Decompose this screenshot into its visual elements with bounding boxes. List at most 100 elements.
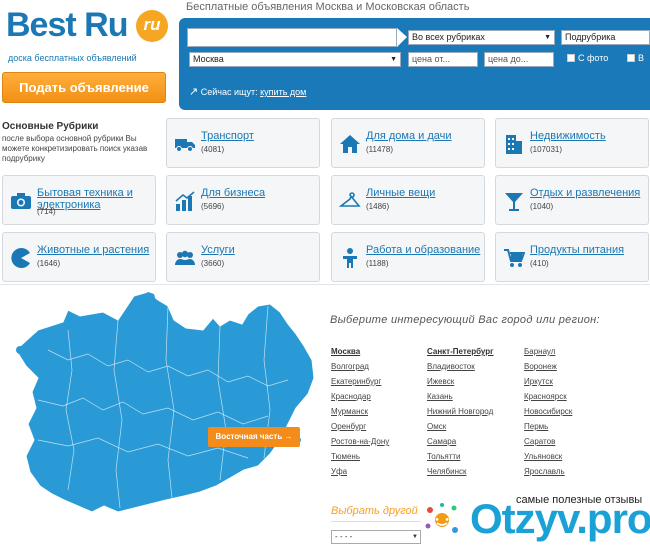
truck-icon	[174, 133, 196, 155]
city-link[interactable]: Тольятти	[427, 452, 461, 461]
city-link[interactable]: Волгоград	[331, 362, 369, 371]
city-link[interactable]: Челябинск	[427, 467, 466, 476]
category-count: (4081)	[201, 145, 225, 154]
category-count: (1188)	[366, 259, 389, 268]
search-panel: Во всех рубриках ▼ Подрубрика Москва ▼ цен…	[179, 18, 650, 110]
category-count: (1040)	[530, 202, 554, 211]
chart-icon	[174, 190, 196, 212]
city-link[interactable]: Казань	[427, 392, 453, 401]
category-jobs[interactable]: Работа и образование (1188)	[331, 232, 485, 282]
city-link[interactable]: Мурманск	[331, 407, 368, 416]
category-count: (714)	[37, 207, 56, 216]
category-name[interactable]: Работа и образование	[366, 244, 484, 256]
checkbox-box[interactable]	[567, 54, 575, 62]
search-hint-prefix: Сейчас ищут:	[200, 87, 258, 97]
price-from-input[interactable]: цена от...	[408, 52, 478, 67]
category-leisure[interactable]: Отдых и развлечения (1040)	[495, 175, 649, 225]
rubric-select-value: Во всех рубриках	[412, 32, 485, 42]
category-name[interactable]: Животные и растения	[37, 244, 155, 256]
choose-city-title: Выберите интересующий Вас город или реги…	[330, 314, 600, 326]
city-link[interactable]: Екатеринбург	[331, 377, 381, 386]
post-ad-button[interactable]: Подать объявление	[2, 72, 166, 103]
category-count: (3660)	[201, 259, 225, 268]
russia-map[interactable]	[8, 290, 318, 530]
with-photo-label: С фото	[578, 53, 609, 63]
price-to-input[interactable]: цена до...	[484, 52, 554, 67]
city-link[interactable]: Красноярск	[524, 392, 567, 401]
logo[interactable]: Best Ru ru доска бесплатных объявлений	[6, 6, 168, 66]
cart-icon	[503, 247, 526, 269]
city-link[interactable]: Владивосток	[427, 362, 475, 371]
city-link[interactable]: Барнаул	[524, 347, 555, 356]
checkbox-box[interactable]	[627, 54, 635, 62]
search-hint: ↗ Сейчас ищут: купить дом	[189, 85, 306, 98]
category-business[interactable]: Для бизнеса (5696)	[166, 175, 320, 225]
category-name[interactable]: Транспорт	[201, 130, 319, 142]
watermark-logo-icon	[425, 503, 458, 533]
cocktail-icon	[503, 190, 525, 212]
region-select[interactable]: Москва ▼	[189, 52, 401, 67]
city-link[interactable]: Нижний Новгород	[427, 407, 493, 416]
logo-badge: ru	[136, 10, 168, 42]
category-animals[interactable]: Животные и растения (1646)	[2, 232, 156, 282]
region-select-value: Москва	[193, 54, 224, 64]
house-icon	[339, 133, 361, 155]
category-transport[interactable]: Транспорт (4081)	[166, 118, 320, 168]
category-count: (5696)	[201, 202, 225, 211]
people-icon	[174, 247, 196, 269]
city-link[interactable]: Уфа	[331, 467, 347, 476]
city-link[interactable]: Оренбург	[331, 422, 366, 431]
city-link[interactable]: Самара	[427, 437, 456, 446]
rubrics-title: Основные Рубрики	[2, 121, 99, 132]
arrow-up-right-icon: ↗	[189, 86, 199, 98]
city-link[interactable]: Ульяновск	[524, 452, 562, 461]
city-link[interactable]: Воронеж	[524, 362, 557, 371]
category-name[interactable]: Для бизнеса	[201, 187, 319, 199]
category-name[interactable]: Личные вещи	[366, 187, 484, 199]
subrubric-select[interactable]: Подрубрика	[561, 30, 650, 45]
category-food[interactable]: Продукты питания (410)	[495, 232, 649, 282]
city-link[interactable]: Ижевск	[427, 377, 454, 386]
category-name[interactable]: Недвижимость	[530, 130, 648, 142]
chevron-down-icon: ▼	[412, 534, 418, 540]
category-name[interactable]: Для дома и дачи	[366, 130, 484, 142]
city-link[interactable]: Ярославль	[524, 467, 565, 476]
category-home[interactable]: Для дома и дачи (11478)	[331, 118, 485, 168]
category-count: (1486)	[366, 202, 390, 211]
category-name[interactable]: Отдых и развлечения	[530, 187, 648, 199]
building-icon	[503, 133, 525, 155]
city-link[interactable]: Москва	[331, 347, 360, 356]
search-input[interactable]	[187, 28, 397, 47]
city-link[interactable]: Пермь	[524, 422, 548, 431]
category-count: (107031)	[530, 145, 563, 154]
category-electronics[interactable]: Бытовая техника и электроника (714)	[2, 175, 156, 225]
east-region-button[interactable]: Восточная часть →	[208, 427, 300, 447]
city-link[interactable]: Санкт-Петербург	[427, 347, 494, 356]
pacman-icon	[10, 247, 32, 269]
search-hint-link[interactable]: купить дом	[260, 87, 306, 97]
city-link[interactable]: Саратов	[524, 437, 555, 446]
search-submit-arrow-icon[interactable]	[397, 28, 407, 47]
category-realty[interactable]: Недвижимость (107031)	[495, 118, 649, 168]
city-link[interactable]: Иркутск	[524, 377, 553, 386]
city-link[interactable]: Омск	[427, 422, 446, 431]
section-divider	[0, 284, 650, 285]
rubric-select[interactable]: Во всех рубриках ▼	[408, 30, 555, 45]
subrubric-select-value: Подрубрика	[565, 32, 616, 42]
category-personal[interactable]: Личные вещи (1486)	[331, 175, 485, 225]
category-name[interactable]: Услуги	[201, 244, 319, 256]
other-city-select-value: - - - -	[335, 532, 353, 541]
divider-line	[331, 521, 421, 522]
city-link[interactable]: Ростов-на-Дону	[331, 437, 389, 446]
chevron-down-icon: ▼	[390, 56, 397, 63]
other-city-select[interactable]: - - - - ▼	[331, 530, 421, 544]
second-checkbox[interactable]: В	[627, 53, 644, 63]
with-photo-checkbox[interactable]: С фото	[567, 53, 608, 63]
category-services[interactable]: Услуги (3660)	[166, 232, 320, 282]
category-count: (1646)	[37, 259, 61, 268]
category-name[interactable]: Продукты питания	[530, 244, 648, 256]
city-link[interactable]: Новосибирск	[524, 407, 572, 416]
city-link[interactable]: Тюмень	[331, 452, 360, 461]
chevron-down-icon: ▼	[544, 34, 551, 41]
city-link[interactable]: Краснодар	[331, 392, 371, 401]
